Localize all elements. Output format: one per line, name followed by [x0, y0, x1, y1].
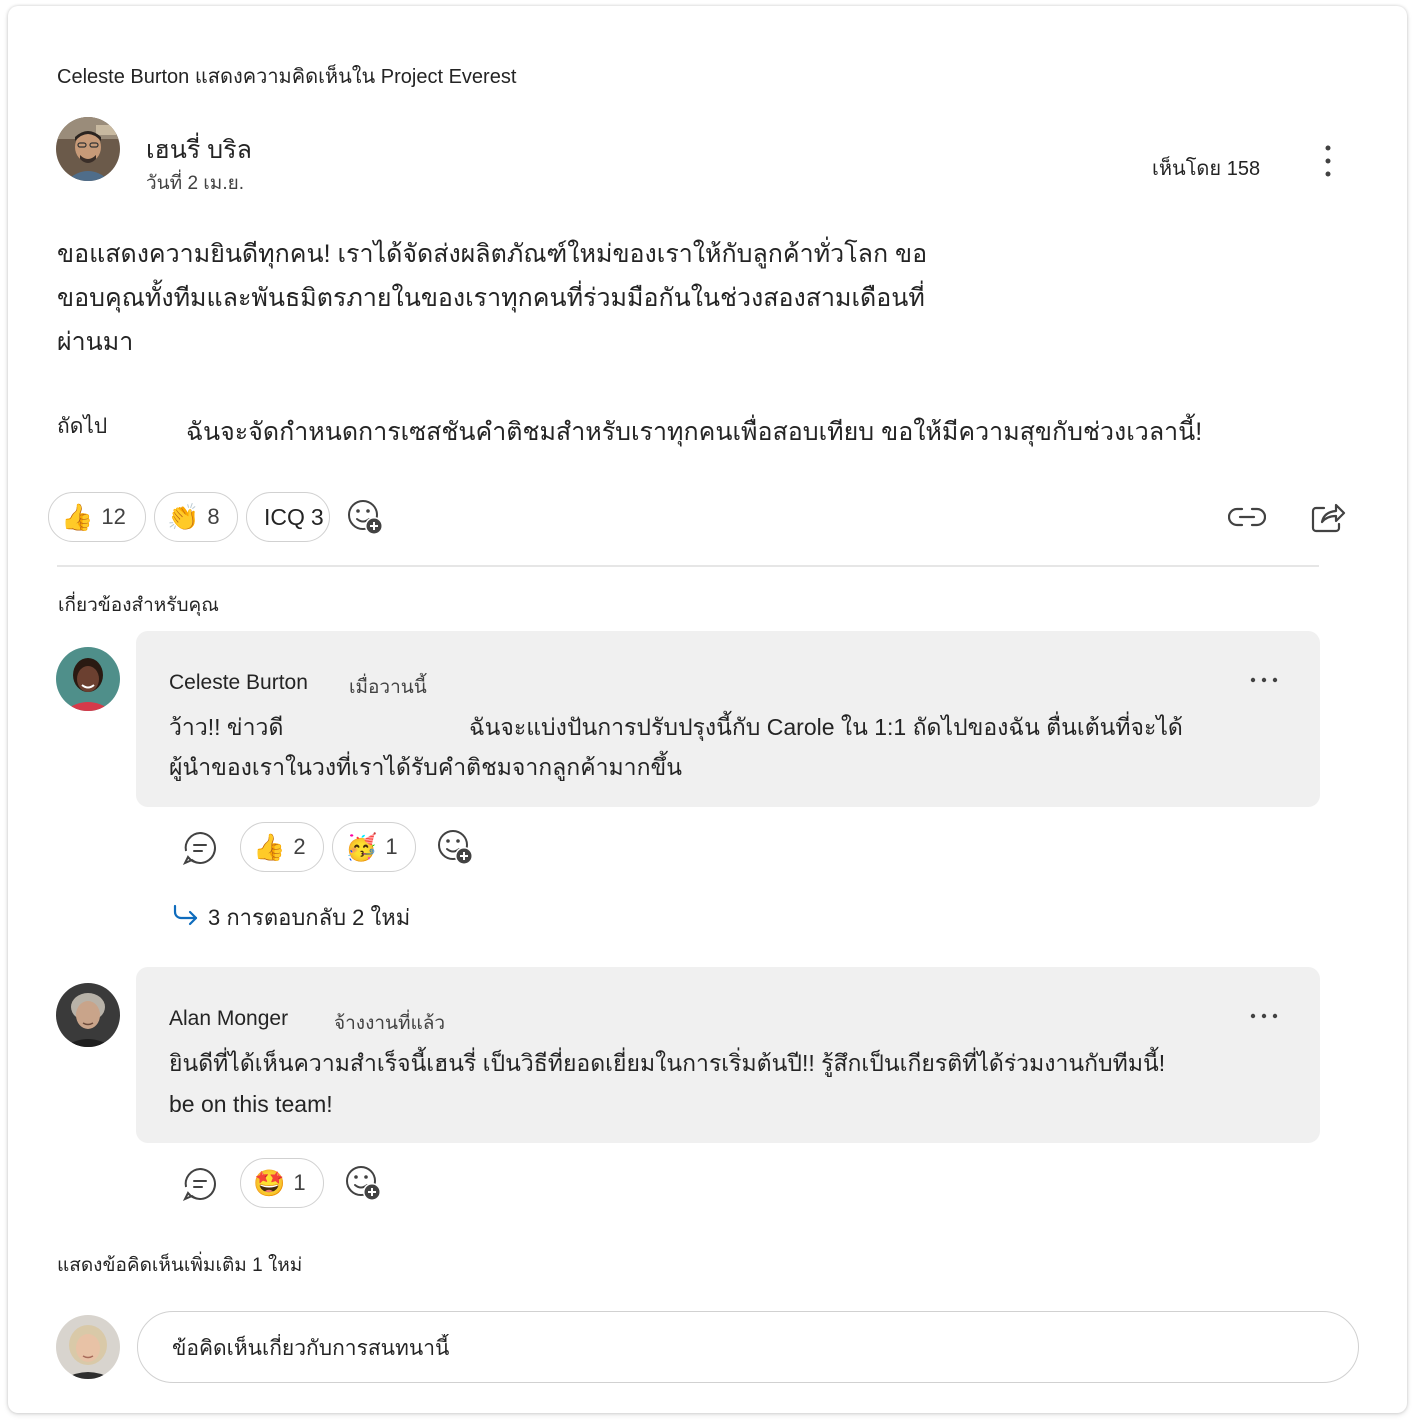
icq-icon: ICQ: [264, 503, 305, 530]
show-more-comments-link[interactable]: แสดงข้อคิดเห็นเพิ่มเติม 1 ใหม่: [57, 1250, 302, 1280]
thumbs-up-icon: 👍: [61, 501, 94, 532]
reaction-count: 3: [310, 503, 324, 530]
comment-input[interactable]: [170, 1334, 1274, 1364]
more-options-icon[interactable]: [1248, 673, 1280, 685]
share-icon[interactable]: [1310, 500, 1346, 539]
clapping-hands-icon: 👏: [167, 501, 200, 532]
thumbs-up-icon: 👍: [253, 831, 286, 862]
seen-by-count[interactable]: เห็นโดย 158: [1152, 152, 1260, 184]
divider: [57, 565, 1319, 567]
comment-text: be on this team!: [169, 1091, 333, 1117]
next-text: ฉันจะจัดกำหนดการเซสชันคำติชมสำหรับเราทุก…: [186, 418, 1203, 446]
reaction-count: 12: [101, 504, 126, 529]
comment-time: จ้างงานที่แล้ว: [334, 1013, 446, 1034]
commenter-name[interactable]: Alan Monger: [169, 1007, 288, 1031]
comment-text: ฉันจะแบ่งปันการปรับปรุงนี้กับ Carole ใน …: [469, 714, 1183, 740]
reaction-thumbs-up[interactable]: 👍 2: [240, 822, 324, 872]
next-label: ถัดไป: [57, 415, 108, 438]
commenter-avatar[interactable]: [56, 983, 120, 1047]
reaction-count: 1: [293, 1170, 306, 1195]
view-replies-link[interactable]: 3 การตอบกลับ 2 ใหม่: [172, 900, 410, 935]
reaction-thumbs-up[interactable]: 👍 12: [48, 492, 146, 542]
comment-time: เมื่อวานนี้: [349, 677, 427, 698]
reaction-star-struck[interactable]: 🤩 1: [240, 1158, 324, 1208]
star-struck-icon: 🤩: [253, 1167, 286, 1198]
reaction-count: 8: [207, 504, 220, 529]
current-user-avatar: [56, 1315, 120, 1379]
add-reaction-icon[interactable]: [344, 1164, 384, 1209]
comment-composer: [137, 1311, 1359, 1383]
post-body: ขอแสดงความยินดีทุกคน! เราได้จัดส่งผลิตภั…: [57, 240, 928, 356]
comment-bubble: Alan Monger จ้างงานที่แล้ว ยินดีที่ได้เห…: [136, 967, 1320, 1143]
relevant-for-you-label: เกี่ยวข้องสำหรับคุณ: [58, 595, 219, 616]
add-reaction-icon[interactable]: [436, 828, 476, 873]
comment-text: ผู้นำของเราในวงที่เราได้รับคำติชมจากลูกค…: [169, 754, 682, 780]
comment-text: ว้าว!! ข่าวดี: [169, 714, 284, 740]
post-date: วันที่ 2 เม.ย.: [146, 173, 245, 194]
reply-icon[interactable]: [182, 1166, 218, 1207]
add-reaction-icon[interactable]: [346, 498, 386, 543]
commenter-name[interactable]: Celeste Burton: [169, 671, 308, 695]
replies-count: 3 การตอบกลับ 2 ใหม่: [208, 905, 411, 930]
reply-arrow-icon: [172, 903, 200, 933]
comment-text: ยินดีที่ได้เห็นความสำเร็จนี้เฮนรี่ เป็นว…: [169, 1050, 1166, 1076]
author-avatar[interactable]: [56, 117, 120, 181]
reaction-count: 1: [385, 834, 398, 859]
author-name[interactable]: เฮนรี่ บริล: [146, 130, 252, 170]
reaction-clapping[interactable]: 👏 8: [154, 492, 238, 542]
more-options-icon[interactable]: [1314, 142, 1342, 182]
reaction-party[interactable]: 🥳 1: [332, 822, 416, 872]
reaction-icq[interactable]: ICQ 3: [246, 492, 330, 542]
reaction-count: 2: [293, 834, 306, 859]
reply-icon[interactable]: [182, 830, 218, 871]
link-icon[interactable]: [1227, 503, 1267, 536]
post-context-line: Celeste Burton แสดงความคิดเห็นใน Project…: [57, 66, 517, 88]
commenter-avatar[interactable]: [56, 647, 120, 711]
party-face-icon: 🥳: [345, 831, 378, 862]
more-options-icon[interactable]: [1248, 1009, 1280, 1021]
comment-bubble: Celeste Burton เมื่อวานนี้ ว้าว!! ข่าวดี…: [136, 631, 1320, 807]
